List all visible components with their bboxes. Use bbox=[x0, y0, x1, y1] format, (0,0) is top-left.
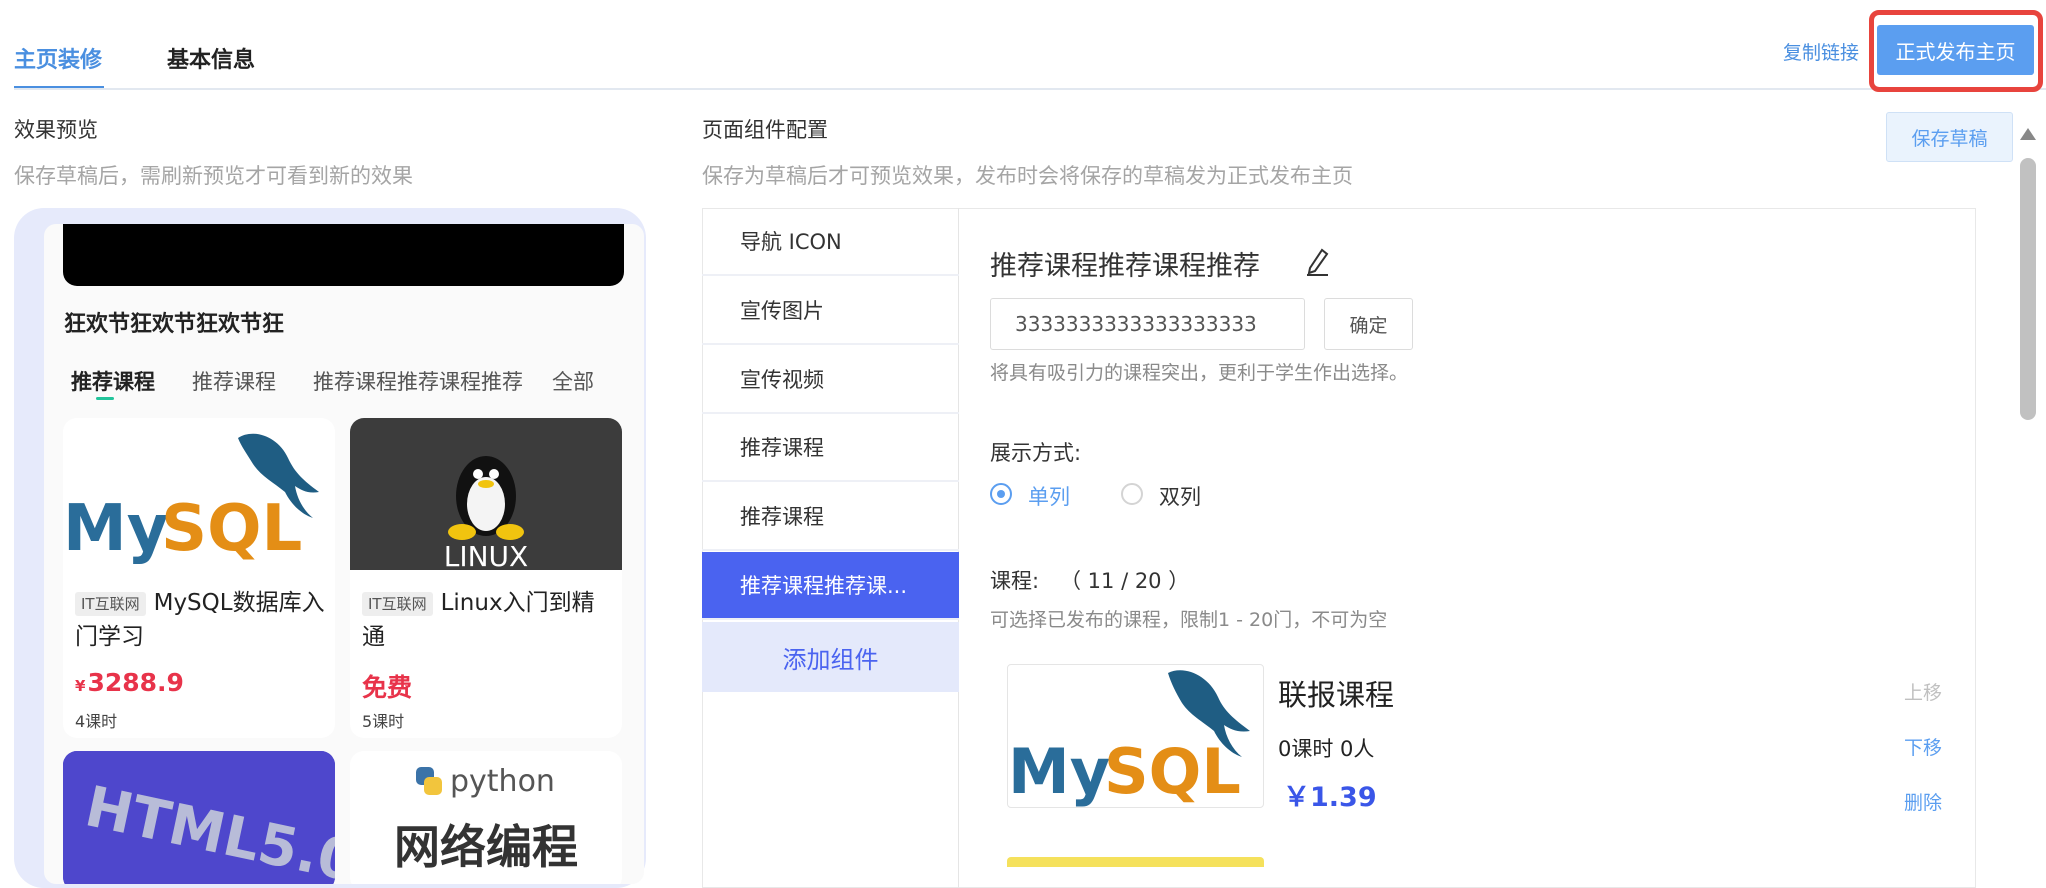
category-badge: IT互联网 bbox=[362, 591, 433, 616]
radio-double-column[interactable] bbox=[1121, 483, 1143, 505]
python-image-subtitle: 网络编程 bbox=[394, 820, 578, 874]
add-component-button[interactable]: 添加组件 bbox=[702, 622, 959, 692]
course-card[interactable]: python 网络编程 bbox=[350, 751, 622, 884]
highlight-frame bbox=[1869, 10, 2043, 92]
component-name-input[interactable]: 3333333333333333333 bbox=[990, 298, 1305, 350]
course-thumbnail: My SQL bbox=[1007, 664, 1264, 808]
scroll-up-arrow-icon[interactable] bbox=[2020, 128, 2036, 140]
confirm-button[interactable]: 确定 bbox=[1324, 298, 1413, 350]
component-nav: 导航 ICON 宣传图片 宣传视频 推荐课程 推荐课程 推荐课程推荐课... 添… bbox=[702, 208, 959, 888]
linux-logo-icon: LINUX bbox=[350, 418, 622, 570]
course-name: 联报课程 bbox=[1278, 678, 1395, 712]
svg-text:SQL: SQL bbox=[161, 492, 302, 566]
course-card-name: IT互联网 MySQL数据库入门学习 bbox=[75, 586, 330, 654]
phone-banner bbox=[63, 224, 624, 286]
nav-item-recommend-2[interactable]: 推荐课程 bbox=[702, 483, 959, 551]
save-draft-button[interactable]: 保存草稿 bbox=[1886, 112, 2013, 162]
next-course-thumbnail bbox=[1007, 857, 1264, 867]
radio-single-column[interactable] bbox=[990, 483, 1012, 505]
price-value: 3288.9 bbox=[87, 668, 184, 697]
course-card-price: 免费 bbox=[362, 673, 413, 702]
nav-item-icon[interactable]: 导航 ICON bbox=[702, 208, 959, 276]
python-image-title: python bbox=[450, 764, 555, 799]
preview-subtitle: 保存草稿后，需刷新预览才可看到新的效果 bbox=[14, 164, 413, 188]
scrollbar-thumb[interactable] bbox=[2020, 158, 2036, 420]
nav-item-promo-image[interactable]: 宣传图片 bbox=[702, 277, 959, 345]
courses-count: （ 11 / 20 ） bbox=[1060, 569, 1190, 593]
nav-item-recommend-1[interactable]: 推荐课程 bbox=[702, 414, 959, 482]
nav-item-recommend-active[interactable]: 推荐课程推荐课... bbox=[702, 552, 959, 620]
course-card[interactable]: LINUX IT互联网 Linux入门到精通 免费 5课时 bbox=[350, 418, 622, 738]
preview-tab-1[interactable]: 推荐课程 bbox=[71, 366, 155, 396]
copy-link-button[interactable]: 复制链接 bbox=[1783, 38, 1859, 65]
course-meta: 0课时 0人 bbox=[1278, 737, 1375, 761]
preview-tab-3[interactable]: 推荐课程推荐课程推荐 bbox=[313, 366, 523, 396]
preview-tab-all[interactable]: 全部 bbox=[552, 366, 594, 396]
display-mode-label: 展示方式: bbox=[990, 441, 1082, 465]
component-title: 推荐课程推荐课程推荐 bbox=[990, 251, 1260, 282]
course-card-lessons: 4课时 bbox=[75, 712, 118, 731]
preview-title: 效果预览 bbox=[14, 118, 98, 142]
move-down-button[interactable]: 下移 bbox=[1904, 733, 1942, 760]
config-title: 页面组件配置 bbox=[702, 118, 828, 142]
currency-symbol: ¥ bbox=[75, 677, 86, 695]
tab-home-decoration[interactable]: 主页装修 bbox=[14, 42, 102, 74]
radio-double-label[interactable]: 双列 bbox=[1159, 481, 1201, 511]
tab-divider bbox=[14, 88, 2046, 90]
radio-single-label[interactable]: 单列 bbox=[1028, 481, 1070, 511]
course-card[interactable]: HTML5.0 bbox=[63, 751, 335, 884]
phone-screen: 狂欢节狂欢节狂欢节狂 推荐课程 推荐课程 推荐课程推荐课程推荐 全部 My SQ… bbox=[44, 224, 644, 884]
move-up-button[interactable]: 上移 bbox=[1904, 678, 1942, 705]
config-subtitle: 保存为草稿后才可预览效果，发布时会将保存的草稿发为正式发布主页 bbox=[702, 164, 1353, 188]
preview-tab-indicator bbox=[96, 397, 114, 400]
html5-image-icon: HTML5.0 bbox=[63, 751, 335, 884]
course-card-name: IT互联网 Linux入门到精通 bbox=[362, 586, 617, 654]
edit-icon[interactable] bbox=[1304, 246, 1330, 276]
tab-basic-info[interactable]: 基本信息 bbox=[167, 42, 255, 74]
course-price: ￥1.39 bbox=[1283, 782, 1377, 813]
python-image-icon: python 网络编程 bbox=[350, 751, 622, 884]
phone-preview: 狂欢节狂欢节狂欢节狂 推荐课程 推荐课程 推荐课程推荐课程推荐 全部 My SQ… bbox=[14, 208, 646, 888]
mysql-logo-icon: My SQL bbox=[63, 418, 335, 570]
category-badge: IT互联网 bbox=[75, 591, 146, 616]
courses-hint: 可选择已发布的课程，限制1 - 20门，不可为空 bbox=[990, 609, 1388, 631]
phone-page-title: 狂欢节狂欢节狂欢节狂 bbox=[64, 312, 285, 337]
course-card-lessons: 5课时 bbox=[362, 712, 405, 731]
nav-item-promo-video[interactable]: 宣传视频 bbox=[702, 346, 959, 414]
top-bar: 主页装修 基本信息 复制链接 正式发布主页 bbox=[0, 0, 2046, 92]
course-card[interactable]: My SQL IT互联网 MySQL数据库入门学习 ¥3288.9 4课时 bbox=[63, 418, 335, 738]
svg-text:SQL: SQL bbox=[1104, 735, 1241, 808]
course-card-price: ¥3288.9 bbox=[75, 668, 184, 697]
courses-label: 课程: bbox=[990, 569, 1040, 593]
svg-text:My: My bbox=[63, 492, 168, 566]
delete-button[interactable]: 删除 bbox=[1904, 788, 1942, 815]
linux-image-text: LINUX bbox=[444, 540, 528, 570]
preview-tab-2[interactable]: 推荐课程 bbox=[192, 366, 276, 396]
mysql-logo-icon: My SQL bbox=[1008, 670, 1250, 808]
svg-text:My: My bbox=[1008, 735, 1110, 808]
name-hint: 将具有吸引力的课程突出，更利于学生作出选择。 bbox=[990, 362, 1409, 384]
